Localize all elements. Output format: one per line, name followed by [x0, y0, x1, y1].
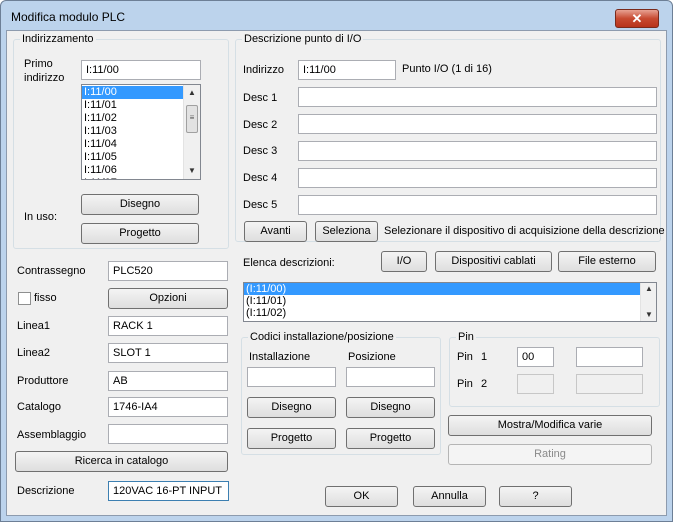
assemblaggio-label: Assemblaggio — [17, 429, 87, 441]
assemblaggio-input[interactable] — [108, 424, 228, 444]
fisso-checkbox[interactable] — [18, 292, 31, 305]
installazione-label: Installazione — [249, 351, 311, 363]
descrizione-punto-title: Descrizione punto di I/O — [242, 33, 364, 45]
pin1-number: 1 — [481, 351, 488, 363]
scroll-up-icon[interactable]: ▲ — [184, 85, 200, 101]
posizione-label: Posizione — [348, 351, 396, 363]
indirizzo-input[interactable]: I:11/00 — [298, 60, 396, 80]
io-button[interactable]: I/O — [381, 251, 427, 272]
primo-label-2: indirizzo — [24, 72, 65, 84]
pin2-input-a — [517, 374, 554, 394]
in-uso-label: In uso: — [24, 211, 58, 223]
codici-title: Codici installazione/posizione — [248, 331, 396, 343]
posizione-disegno-button[interactable]: Disegno — [346, 397, 435, 418]
ok-button[interactable]: OK — [325, 486, 398, 507]
indirizzamento-title: Indirizzamento — [20, 33, 96, 45]
posizione-input[interactable] — [346, 367, 435, 387]
opzioni-button[interactable]: Opzioni — [108, 288, 228, 309]
close-icon[interactable]: ✕ — [615, 9, 659, 28]
linea2-input[interactable]: SLOT 1 — [108, 343, 228, 363]
pin2-number: 2 — [481, 378, 488, 390]
descrizione-label: Descrizione — [17, 485, 75, 497]
ricerca-catalogo-button[interactable]: Ricerca in catalogo — [15, 451, 228, 472]
desc4-label: Desc 4 — [243, 172, 278, 184]
primo-label-1: Primo — [24, 58, 53, 70]
scroll-down-icon[interactable]: ▼ — [184, 163, 200, 179]
address-listbox[interactable]: I:11/00 I:11/01 I:11/02 I:11/03 I:11/04 I:11/… — [81, 84, 201, 180]
contrassegno-label: Contrassegno — [17, 265, 86, 277]
pin2-label: Pin — [457, 378, 473, 390]
installazione-disegno-button[interactable]: Disegno — [247, 397, 336, 418]
file-esterno-button[interactable]: File esterno — [558, 251, 656, 272]
installazione-input[interactable] — [247, 367, 336, 387]
primo-indirizzo-input[interactable]: I:11/00 — [81, 60, 201, 80]
indirizzamento-disegno-button[interactable]: Disegno — [81, 194, 199, 215]
dialog-client: Indirizzamento Primo indirizzo I:11/00 I… — [6, 30, 667, 516]
desc2-label: Desc 2 — [243, 119, 278, 131]
desc1-label: Desc 1 — [243, 92, 278, 104]
linea1-label: Linea1 — [17, 320, 51, 332]
pin1-input-b[interactable] — [576, 347, 643, 367]
address-list-scrollbar[interactable]: ▲ ≡ ▼ — [183, 85, 200, 179]
dialog-window: Modifica modulo PLC ✕ Indirizzamento Pri… — [0, 0, 673, 522]
posizione-progetto-button[interactable]: Progetto — [346, 428, 435, 449]
desc1-input[interactable] — [298, 87, 657, 107]
desc5-label: Desc 5 — [243, 199, 278, 211]
indirizzo-label: Indirizzo — [243, 64, 284, 76]
scroll-thumb[interactable]: ≡ — [186, 105, 198, 133]
indirizzamento-progetto-button[interactable]: Progetto — [81, 223, 199, 244]
window-title: Modifica modulo PLC — [11, 10, 126, 24]
catalogo-input[interactable]: 1746-IA4 — [108, 397, 228, 417]
linea1-input[interactable]: RACK 1 — [108, 316, 228, 336]
pin1-label: Pin — [457, 351, 473, 363]
contrassegno-input[interactable]: PLC520 — [108, 261, 228, 281]
desc3-label: Desc 3 — [243, 145, 278, 157]
seleziona-hint: Selezionare il dispositivo di acquisizio… — [384, 225, 665, 237]
seleziona-button[interactable]: Seleziona — [315, 221, 378, 242]
elenca-descrizioni-label: Elenca descrizioni: — [243, 257, 335, 269]
pin2-input-b — [576, 374, 643, 394]
desc3-input[interactable] — [298, 141, 657, 161]
installazione-progetto-button[interactable]: Progetto — [247, 428, 336, 449]
scroll-down-icon[interactable]: ▼ — [641, 307, 656, 321]
fisso-label: fisso — [34, 292, 57, 304]
descrizioni-scrollbar[interactable]: ▲ ▼ — [640, 283, 656, 321]
pin1-input-a[interactable]: 00 — [517, 347, 554, 367]
descrizione-list-item[interactable]: (I:11/01) — [244, 295, 656, 307]
produttore-label: Produttore — [17, 375, 69, 387]
annulla-button[interactable]: Annulla — [413, 486, 486, 507]
title-bar[interactable]: Modifica modulo PLC ✕ — [1, 1, 672, 31]
descrizioni-listbox[interactable]: (I:11/00) (I:11/01) (I:11/02) ▲ ▼ — [243, 282, 657, 322]
catalogo-label: Catalogo — [17, 401, 62, 413]
desc2-input[interactable] — [298, 114, 657, 134]
help-button[interactable]: ? — [499, 486, 572, 507]
avanti-button[interactable]: Avanti — [244, 221, 307, 242]
mostra-modifica-varie-button[interactable]: Mostra/Modifica varie — [448, 415, 652, 436]
descrizione-list-item[interactable]: (I:11/02) — [244, 307, 656, 319]
rating-button: Rating — [448, 444, 652, 465]
dispositivi-cablati-button[interactable]: Dispositivi cablati — [435, 251, 552, 272]
linea2-label: Linea2 — [17, 347, 51, 359]
descrizione-input[interactable]: 120VAC 16-PT INPUT — [108, 481, 229, 501]
scroll-up-icon[interactable]: ▲ — [641, 283, 656, 297]
punto-info: Punto I/O (1 di 16) — [402, 63, 492, 75]
pin-title: Pin — [456, 331, 476, 343]
produttore-input[interactable]: AB — [108, 371, 228, 391]
descrizione-list-item[interactable]: (I:11/00) — [244, 283, 656, 295]
desc4-input[interactable] — [298, 168, 657, 188]
desc5-input[interactable] — [298, 195, 657, 215]
